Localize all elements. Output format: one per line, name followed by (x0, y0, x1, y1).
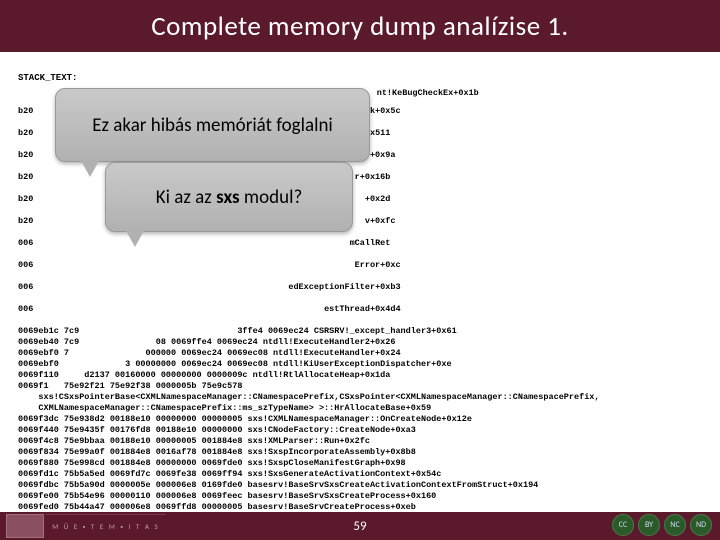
mid3: 0069ebf0 3 00000000 0069ec24 0069ec08 nt… (18, 359, 452, 369)
suf10: estThread+0x4d4 (324, 304, 401, 314)
suf7: mCallRet (350, 238, 391, 248)
mid2: 0069ebf0 7 000000 0069ec24 0069ec08 ntdl… (18, 348, 401, 358)
university-text-logo: M Ű E ▪ T E M ▪ I T A S (46, 514, 166, 538)
wrap0: sxs!CSxsPointerBase<CXMLNamespaceManager… (18, 392, 600, 402)
low2: 0069f4c8 75e9bbaa 00188e10 00000005 0018… (18, 436, 370, 446)
suf8: Error+0xc (355, 260, 401, 270)
low6: 0069fdbc 75b5a90d 0000005e 000006e8 0169… (18, 480, 538, 490)
nd-icon: ND (690, 514, 712, 536)
suf9: edExceptionFilter+0xb3 (288, 282, 400, 292)
nc-icon: NC (664, 514, 686, 536)
suf0: +0x1b (453, 88, 479, 98)
mid0: 0069eb1c 7c9 3ffe4 0069ec24 CSRSRV!_exce… (18, 326, 457, 336)
cc-badges: CC BY NC ND (612, 514, 712, 536)
low1: 0069f440 75e9435f 00176fd8 00188e10 0000… (18, 425, 416, 435)
cc-icon: CC (612, 514, 634, 536)
suf5: +0x2d (365, 194, 391, 204)
low3: 0069f834 75e99a0f 001884e8 0016af78 0018… (18, 447, 416, 457)
low4: 0069f880 75e998cd 001884e8 00000000 0069… (18, 458, 406, 468)
stack-header: STACK_TEXT: (18, 73, 77, 83)
suf4: r+0x16b (355, 172, 391, 182)
callout-1-text: Ez akar hibás memóriát foglalni (92, 114, 333, 137)
low0: 0069f3dc 75e938d2 00188e10 00000000 0000… (18, 414, 472, 424)
callout-2-text: Ki az az sxs modul? (156, 186, 303, 209)
callout-1-pointer (80, 159, 100, 177)
low7: 0069fe00 75b54e96 00000110 000006e8 0069… (18, 491, 436, 501)
callout-bubble-2: Ki az az sxs modul? (105, 162, 353, 232)
callout-bubble-1: Ez akar hibás memóriát foglalni (55, 88, 370, 162)
university-crest-icon (6, 514, 44, 538)
low8: 0069fed0 75b44a47 000006e8 0069ffd8 0000… (18, 502, 416, 512)
footer-logo-area: M Ű E ▪ T E M ▪ I T A S (6, 514, 166, 538)
callout-2-pointer (125, 229, 145, 247)
footer-bar: M Ű E ▪ T E M ▪ I T A S 59 CC BY NC ND (0, 512, 720, 540)
suf6: v+0xfc (365, 216, 396, 226)
wrap1: CXMLNamespaceManager::CNamespacePrefix::… (18, 403, 431, 413)
mid1: 0069eb40 7c9 08 0069ffe4 0069ec24 ntdll!… (18, 337, 395, 347)
slide-title: Complete memory dump analízise 1. (151, 10, 568, 43)
mid5: 0069f1 75e92f21 75e92f38 0000005b 75e9c5… (18, 381, 242, 391)
mid4: 0069f110 d2137 00160000 00000000 0000009… (18, 370, 390, 380)
page-number: 59 (353, 519, 366, 534)
title-bar: Complete memory dump analízise 1. (0, 0, 720, 52)
low5: 0069fd1c 75b5a5ed 0069fd7c 0069fe38 0069… (18, 469, 441, 479)
by-icon: BY (638, 514, 660, 536)
